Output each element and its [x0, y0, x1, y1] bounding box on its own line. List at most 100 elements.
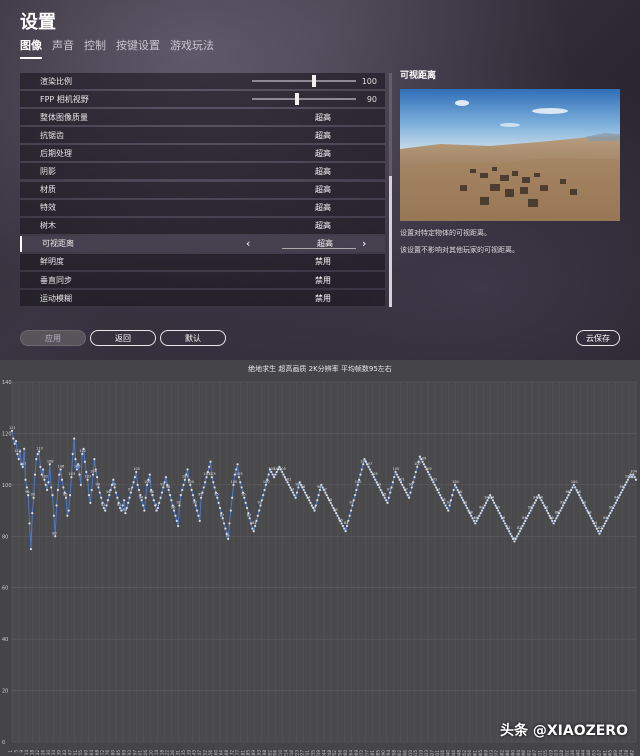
slider-knob[interactable]: [295, 93, 299, 106]
data-point: [534, 499, 538, 502]
setting-row-foliage[interactable]: 树木 超高: [20, 217, 385, 234]
data-point: [90, 488, 93, 492]
default-button[interactable]: 默认: [160, 330, 226, 346]
setting-value: 超高: [315, 185, 331, 195]
setting-row-fpp-fov[interactable]: FPP 相机视野 90: [20, 91, 385, 108]
data-point: [224, 527, 227, 530]
setting-row-textures[interactable]: 材质 超高: [20, 181, 385, 198]
data-point: [183, 478, 186, 481]
data-point: [35, 458, 38, 461]
setting-row-motion-blur[interactable]: 运动模糊 禁用: [20, 290, 385, 307]
x-tick-label: 356: [467, 750, 472, 756]
data-label: 85: [339, 518, 343, 522]
cloud-save-button[interactable]: 云保存: [576, 330, 620, 346]
data-label: 97: [403, 488, 407, 492]
value-indicator-line: [282, 247, 356, 249]
data-point: [359, 473, 362, 476]
back-button[interactable]: 返回: [90, 330, 156, 346]
data-point: [74, 458, 77, 461]
setting-row-render-scale[interactable]: 渲染比例 100: [20, 73, 385, 89]
data-point: [395, 473, 399, 476]
tab-gameplay[interactable]: 游戏玩法: [170, 37, 214, 57]
x-tick-label: 235: [311, 750, 316, 756]
x-tick-label: 68: [94, 750, 99, 756]
settings-scrollbar[interactable]: [389, 73, 392, 307]
data-point: [348, 514, 351, 517]
x-tick-label: 101: [138, 750, 143, 756]
scrollbar-thumb[interactable]: [389, 176, 392, 307]
data-point: [227, 537, 230, 540]
data-point: [282, 473, 285, 476]
data-point: [409, 491, 412, 494]
slider-value: 90: [366, 94, 377, 104]
data-label: 91: [101, 503, 105, 507]
data-point: [448, 504, 451, 507]
data-point: [213, 486, 216, 489]
data-point: [83, 460, 87, 463]
data-point: [349, 509, 353, 512]
x-tick-label: 444: [581, 750, 586, 756]
x-tick-label: 423: [554, 750, 559, 756]
x-tick-label: 386: [505, 750, 510, 756]
data-point: [594, 524, 597, 528]
tab-graphics[interactable]: 图像: [20, 37, 42, 59]
data-point: [243, 496, 246, 499]
data-label: 100: [571, 480, 578, 484]
data-point: [393, 476, 396, 479]
setting-row-sharpness[interactable]: 鲜明度 禁用: [20, 253, 385, 270]
x-tick-label: 55: [78, 750, 83, 756]
x-tick-label: 277: [365, 750, 370, 756]
data-point: [52, 514, 55, 517]
data-point: [630, 476, 634, 479]
data-point: [208, 465, 211, 468]
data-point: [29, 548, 33, 551]
slider-knob[interactable]: [312, 75, 316, 87]
x-tick-label: 407: [532, 750, 537, 756]
settings-list: 渲染比例 100 FPP 相机视野 90 整体图像质量 超高 抗锯齿 超高 后期…: [20, 73, 385, 308]
chevron-left-icon[interactable]: ‹: [246, 237, 250, 250]
setting-row-post-processing[interactable]: 后期处理 超高: [20, 145, 385, 162]
setting-value: 超高: [315, 130, 331, 140]
data-point: [517, 532, 520, 535]
setting-row-effects[interactable]: 特效 超高: [20, 199, 385, 216]
data-point: [293, 494, 296, 497]
setting-row-shadows[interactable]: 阴影 超高: [20, 163, 385, 180]
tab-control[interactable]: 控制: [84, 37, 106, 57]
data-point: [628, 476, 631, 479]
data-point: [601, 527, 604, 530]
x-tick-label: 110: [148, 750, 153, 756]
data-point: [437, 491, 440, 494]
data-point: [372, 476, 376, 479]
fpp-fov-slider[interactable]: [252, 93, 356, 106]
data-point: [533, 501, 536, 504]
data-point: [151, 494, 154, 497]
data-point: [570, 488, 573, 492]
setting-value: 超高: [315, 166, 331, 176]
data-point: [159, 496, 162, 499]
render-scale-slider[interactable]: [252, 75, 356, 87]
x-tick-label: 135: [181, 750, 186, 756]
data-point: [626, 478, 629, 481]
setting-row-antialiasing[interactable]: 抗锯齿 超高: [20, 127, 385, 144]
x-tick-label: 202: [267, 750, 272, 756]
chevron-right-icon[interactable]: ›: [362, 237, 366, 250]
data-point: [172, 509, 176, 512]
data-point: [491, 499, 494, 502]
tab-sound[interactable]: 声音: [52, 37, 74, 57]
setting-row-overall-quality[interactable]: 整体图像质量 超高: [20, 109, 385, 126]
data-label: 95: [63, 493, 67, 497]
setting-row-view-distance[interactable]: 可视距离 ‹ 超高 ›: [20, 235, 385, 252]
setting-label: 运动模糊: [40, 293, 72, 303]
data-point: [478, 514, 481, 517]
data-point: [236, 463, 239, 466]
data-point: [341, 524, 345, 528]
x-tick-label: 461: [602, 750, 607, 756]
data-point: [524, 519, 527, 522]
tab-keybindings[interactable]: 按键设置: [116, 37, 160, 57]
data-point: [231, 496, 234, 499]
setting-row-vsync[interactable]: 垂直同步 禁用: [20, 272, 385, 289]
data-label: 100: [355, 480, 362, 484]
apply-button[interactable]: 应用: [20, 330, 86, 346]
data-point: [374, 478, 377, 481]
data-label: 101: [398, 477, 405, 481]
